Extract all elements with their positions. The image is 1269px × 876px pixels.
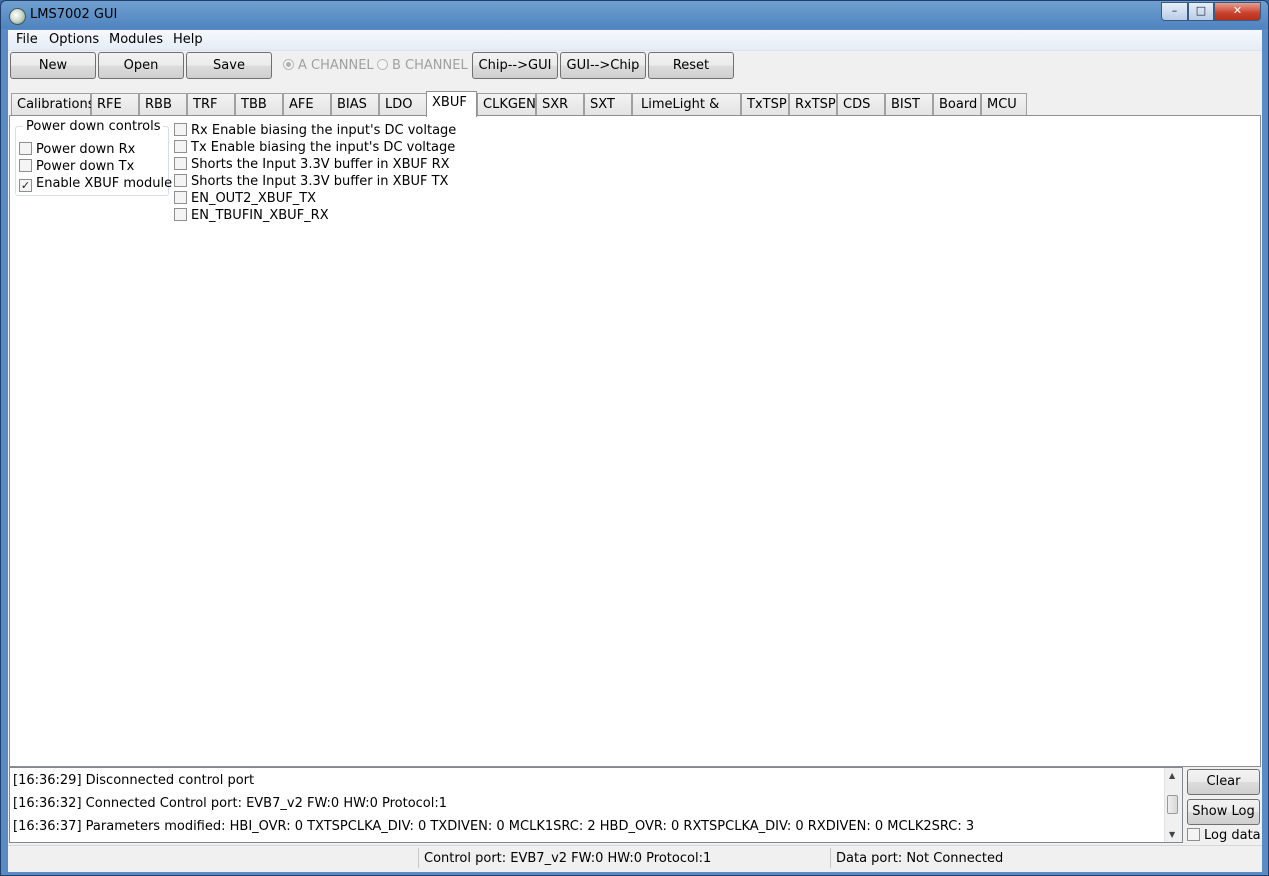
tab-rfe[interactable]: RFE	[91, 93, 139, 115]
tab-sxr[interactable]: SXR	[536, 93, 584, 115]
checkbox-icon	[174, 140, 187, 153]
channel-a-label: A CHANNEL	[298, 58, 374, 73]
power-down-rx-checkbox[interactable]: Power down Rx	[19, 142, 135, 157]
tab-rxtsp[interactable]: RxTSP	[789, 93, 837, 115]
status-divider	[418, 848, 419, 868]
minimize-button[interactable]: –	[1161, 2, 1188, 21]
app-icon	[9, 8, 26, 25]
checkbox-icon	[19, 159, 32, 172]
power-down-tx-checkbox[interactable]: Power down Tx	[19, 159, 134, 174]
xbuf-panel: Power down controls Power down Rx Power …	[9, 115, 1261, 767]
log-line: [16:36:29] Disconnected control port	[13, 773, 255, 788]
control-port-status: Control port: EVB7_v2 FW:0 HW:0 Protocol…	[424, 851, 712, 866]
tab-bias[interactable]: BIAS	[331, 93, 379, 115]
tab-calibrations[interactable]: Calibrations	[11, 93, 95, 115]
power-down-tx-label: Power down Tx	[36, 159, 135, 174]
tx-bias-enable-label: Tx Enable biasing the input's DC voltage	[191, 140, 456, 155]
scroll-up-icon[interactable]: ▲	[1169, 771, 1175, 780]
power-down-group-title: Power down controls	[23, 119, 164, 134]
en-out2-xbuf-tx-label: EN_OUT2_XBUF_TX	[191, 191, 317, 206]
log-data-checkbox[interactable]: Log data	[1187, 828, 1261, 843]
checkbox-icon	[174, 191, 187, 204]
tab-sxt[interactable]: SXT	[584, 93, 632, 115]
menu-options[interactable]: Options	[49, 32, 99, 47]
clear-log-button[interactable]: Clear	[1187, 769, 1260, 795]
menu-bar: File Options Modules Help	[8, 30, 1262, 51]
tab-txtsp[interactable]: TxTSP	[741, 93, 789, 115]
short-buffer-tx-checkbox[interactable]: Shorts the Input 3.3V buffer in XBUF TX	[174, 174, 448, 189]
menu-modules[interactable]: Modules	[109, 32, 163, 47]
tab-tbb[interactable]: TBB	[235, 93, 283, 115]
log-line: [16:36:32] Connected Control port: EVB7_…	[13, 796, 448, 811]
reset-button[interactable]: Reset	[648, 52, 734, 79]
en-tbufin-xbuf-rx-label: EN_TBUFIN_XBUF_RX	[191, 208, 329, 223]
tab-bist[interactable]: BIST	[885, 93, 933, 115]
status-divider	[830, 848, 831, 868]
checkbox-icon	[19, 142, 32, 155]
power-down-rx-label: Power down Rx	[36, 142, 136, 157]
radio-unselected-icon	[377, 59, 388, 70]
tab-rbb[interactable]: RBB	[139, 93, 187, 115]
enable-xbuf-checkbox[interactable]: ✓ Enable XBUF module	[19, 176, 172, 192]
short-buffer-rx-label: Shorts the Input 3.3V buffer in XBUF RX	[191, 157, 450, 172]
rx-bias-enable-label: Rx Enable biasing the input's DC voltage	[191, 123, 457, 138]
log-data-label: Log data	[1204, 828, 1261, 843]
client-area: File Options Modules Help New Open Save …	[8, 30, 1262, 872]
tab-cds[interactable]: CDS	[837, 93, 885, 115]
data-port-status: Data port: Not Connected	[836, 851, 1004, 866]
short-buffer-rx-checkbox[interactable]: Shorts the Input 3.3V buffer in XBUF RX	[174, 157, 450, 172]
maximize-button[interactable]: □	[1188, 2, 1214, 21]
channel-a-radio[interactable]: A CHANNEL	[283, 58, 374, 73]
short-buffer-tx-label: Shorts the Input 3.3V buffer in XBUF TX	[191, 174, 449, 189]
checkbox-icon	[174, 123, 187, 136]
tab-board[interactable]: Board	[933, 93, 981, 115]
tab-limelight-pad[interactable]: LimeLight & PAD	[632, 93, 741, 133]
checkbox-icon	[174, 174, 187, 187]
tx-bias-enable-checkbox[interactable]: Tx Enable biasing the input's DC voltage	[174, 140, 455, 155]
tab-trf[interactable]: TRF	[187, 93, 235, 115]
chip-to-gui-button[interactable]: Chip-->GUI	[472, 52, 558, 79]
checkbox-icon	[174, 157, 187, 170]
window-title: LMS7002 GUI	[30, 7, 118, 22]
menu-file[interactable]: File	[16, 32, 38, 47]
toolbar: New Open Save A CHANNEL B CHANNEL Chip--…	[8, 51, 1262, 83]
gui-to-chip-button[interactable]: GUI-->Chip	[560, 52, 646, 79]
checkmark-icon: ✓	[19, 179, 32, 192]
open-button[interactable]: Open	[98, 52, 184, 79]
tab-afe[interactable]: AFE	[283, 93, 331, 115]
checkbox-icon	[174, 208, 187, 221]
status-bar: Control port: EVB7_v2 FW:0 HW:0 Protocol…	[8, 845, 1262, 870]
scroll-down-icon[interactable]: ▼	[1169, 830, 1175, 839]
checkbox-icon	[1187, 828, 1200, 841]
tab-xbuf[interactable]: XBUF	[426, 91, 477, 117]
tab-ldo[interactable]: LDO	[379, 93, 427, 115]
rx-bias-enable-checkbox[interactable]: Rx Enable biasing the input's DC voltage	[174, 123, 456, 138]
tab-clkgen[interactable]: CLKGEN	[477, 93, 536, 115]
app-window: LMS7002 GUI – □ ✕ File Options Modules H…	[0, 0, 1269, 876]
log-line: [16:36:37] Parameters modified: HBI_OVR:…	[13, 819, 975, 834]
show-log-button[interactable]: Show Log	[1187, 799, 1260, 825]
channel-b-radio[interactable]: B CHANNEL	[377, 58, 468, 73]
enable-xbuf-label: Enable XBUF module	[36, 176, 173, 191]
module-tabs: Calibrations RFE RBB TRF TBB AFE BIAS LD…	[11, 91, 1261, 133]
en-out2-xbuf-tx-checkbox[interactable]: EN_OUT2_XBUF_TX	[174, 191, 316, 206]
menu-help[interactable]: Help	[173, 32, 203, 47]
channel-b-label: B CHANNEL	[392, 58, 468, 73]
radio-selected-icon	[283, 59, 294, 70]
close-button[interactable]: ✕	[1214, 2, 1261, 21]
title-bar[interactable]: LMS7002 GUI – □ ✕	[1, 1, 1268, 29]
log-scrollbar[interactable]: ▲ ▼	[1164, 768, 1182, 842]
new-button[interactable]: New	[10, 52, 96, 79]
scroll-thumb[interactable]	[1167, 795, 1178, 814]
log-output[interactable]: [16:36:29] Disconnected control port [16…	[9, 767, 1183, 843]
en-tbufin-xbuf-rx-checkbox[interactable]: EN_TBUFIN_XBUF_RX	[174, 208, 329, 223]
power-down-group: Power down controls Power down Rx Power …	[15, 119, 172, 196]
tab-mcu[interactable]: MCU	[981, 93, 1027, 115]
save-button[interactable]: Save	[186, 52, 272, 79]
